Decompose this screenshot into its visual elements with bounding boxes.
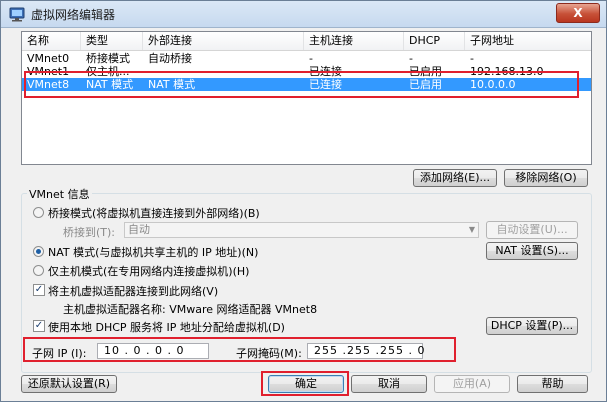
cell-subnet: 192.168.13.0	[470, 65, 544, 78]
title-bar: 虚拟网络编辑器 X	[1, 1, 606, 28]
ok-button[interactable]: 确定	[268, 375, 344, 393]
subnet-ip-label: 子网 IP (I):	[32, 347, 87, 360]
restore-defaults-button[interactable]: 还原默认设置(R)	[21, 375, 117, 393]
cancel-button[interactable]: 取消	[351, 375, 427, 393]
column-header-subnet[interactable]: 子网地址	[465, 32, 591, 50]
chevron-down-icon: ▼	[468, 225, 475, 234]
use-dhcp-label: 使用本地 DHCP 服务将 IP 地址分配给虚拟机(D)	[48, 321, 285, 334]
connect-adapter-checkbox[interactable]: ✓	[33, 284, 45, 296]
network-list-header: 名称 类型 外部连接 主机连接 DHCP 子网地址	[22, 32, 591, 51]
table-row[interactable]: VMnet1 仅主机... - 已连接 已启用 192.168.13.0	[22, 65, 591, 78]
cell-name: VMnet8	[27, 78, 70, 91]
table-row-selected[interactable]: VMnet8 NAT 模式 NAT 模式 已连接 已启用 10.0.0.0	[22, 78, 591, 91]
apply-button[interactable]: 应用(A)	[434, 375, 510, 393]
subnet-ip-input[interactable]: 10 . 0 . 0 . 0	[97, 343, 209, 359]
bridge-mode-radio[interactable]	[33, 207, 44, 218]
column-header-host[interactable]: 主机连接	[304, 32, 404, 50]
bridge-to-label: 桥接到(T):	[63, 226, 116, 239]
cell-external: 自动桥接	[148, 52, 192, 65]
cell-host: -	[309, 52, 313, 65]
cell-subnet: 10.0.0.0	[470, 78, 516, 91]
checkmark-icon: ✓	[34, 284, 44, 295]
cell-external: -	[148, 65, 152, 78]
bridge-mode-label: 桥接模式(将虚拟机直接连接到外部网络)(B)	[48, 207, 260, 220]
cell-dhcp: 已启用	[409, 65, 442, 78]
cell-dhcp: 已启用	[409, 78, 442, 91]
cell-name: VMnet0	[27, 52, 70, 65]
cell-type: 桥接模式	[86, 52, 130, 65]
dhcp-settings-button[interactable]: DHCP 设置(P)...	[486, 317, 578, 335]
host-only-radio[interactable]	[33, 265, 44, 276]
column-header-name[interactable]: 名称	[22, 32, 81, 50]
use-dhcp-checkbox[interactable]: ✓	[33, 320, 45, 332]
remove-network-button[interactable]: 移除网络(O)	[504, 169, 588, 187]
column-header-external[interactable]: 外部连接	[143, 32, 304, 50]
auto-settings-button[interactable]: 自动设置(U)...	[486, 221, 578, 239]
help-button[interactable]: 帮助	[517, 375, 588, 393]
subnet-mask-input[interactable]: 255 .255 .255 . 0	[307, 343, 424, 359]
cell-type: NAT 模式	[86, 78, 134, 91]
vmnet-info-title: VMnet 信息	[27, 186, 92, 202]
virtual-network-editor-window: 虚拟网络编辑器 X 名称 类型 外部连接 主机连接 DHCP 子网地址 VMne…	[0, 0, 607, 402]
cell-name: VMnet1	[27, 65, 70, 78]
cell-dhcp: -	[409, 52, 413, 65]
network-editor-icon	[9, 7, 25, 22]
cell-host: 已连接	[309, 78, 342, 91]
nat-mode-radio[interactable]	[33, 246, 44, 257]
network-list[interactable]: 名称 类型 外部连接 主机连接 DHCP 子网地址 VMnet0 桥接模式 自动…	[21, 31, 592, 165]
cell-host: 已连接	[309, 65, 342, 78]
window-title: 虚拟网络编辑器	[31, 8, 116, 22]
checkmark-icon: ✓	[34, 320, 44, 331]
nat-mode-label: NAT 模式(与虚拟机共享主机的 IP 地址)(N)	[48, 246, 259, 259]
cell-external: NAT 模式	[148, 78, 196, 91]
subnet-mask-label: 子网掩码(M):	[236, 347, 302, 360]
add-network-button[interactable]: 添加网络(E)...	[413, 169, 497, 187]
nat-settings-button[interactable]: NAT 设置(S)...	[486, 242, 578, 260]
column-header-dhcp[interactable]: DHCP	[404, 32, 465, 50]
table-row[interactable]: VMnet0 桥接模式 自动桥接 - - -	[22, 52, 591, 65]
cell-subnet: -	[470, 52, 474, 65]
column-header-type[interactable]: 类型	[81, 32, 143, 50]
cell-type: 仅主机...	[86, 65, 130, 78]
close-button[interactable]: X	[556, 3, 600, 23]
bridge-to-value: 自动	[128, 223, 150, 236]
host-only-label: 仅主机模式(在专用网络内连接虚拟机)(H)	[48, 265, 250, 278]
connect-adapter-label: 将主机虚拟适配器连接到此网络(V)	[48, 285, 219, 298]
adapter-name-label: 主机虚拟适配器名称: VMware 网络适配器 VMnet8	[63, 303, 318, 316]
bridge-to-select[interactable]: 自动 ▼	[124, 222, 479, 238]
